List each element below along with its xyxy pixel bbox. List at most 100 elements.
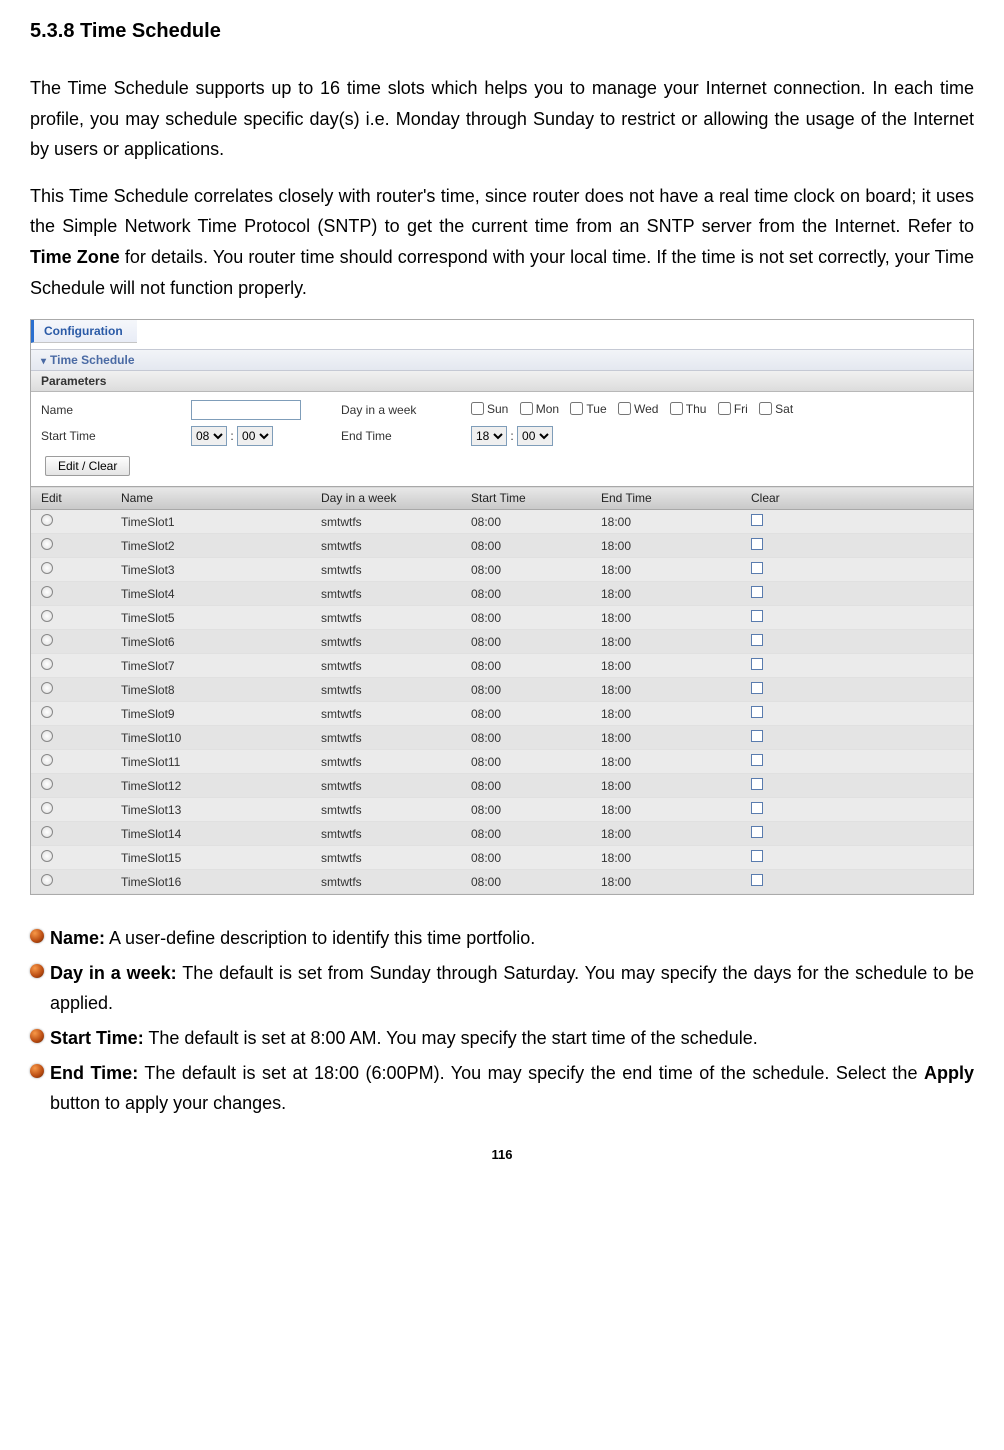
def-name: Name: A user-define description to ident…: [30, 923, 974, 954]
cell-day: smtwtfs: [311, 798, 461, 822]
clear-checkbox[interactable]: [751, 874, 763, 886]
col-edit: Edit: [31, 487, 111, 510]
chk-sat[interactable]: Sat: [759, 402, 793, 416]
parameters-bar: Parameters: [31, 371, 973, 392]
table-row: TimeSlot10smtwtfs08:0018:00: [31, 726, 973, 750]
def-day: Day in a week: The default is set from S…: [30, 958, 974, 1019]
cell-end: 18:00: [591, 558, 741, 582]
end-hour-select[interactable]: 18: [471, 426, 507, 446]
start-hour-select[interactable]: 08: [191, 426, 227, 446]
time-schedule-section-bar[interactable]: Time Schedule: [31, 349, 973, 371]
table-row: TimeSlot16smtwtfs08:0018:00: [31, 870, 973, 894]
chk-tue-box[interactable]: [570, 402, 583, 415]
configuration-tab[interactable]: Configuration: [31, 320, 137, 343]
clear-checkbox[interactable]: [751, 586, 763, 598]
def-end-text-c: button to apply your changes.: [50, 1093, 286, 1113]
chk-mon-box[interactable]: [520, 402, 533, 415]
table-row: TimeSlot11smtwtfs08:0018:00: [31, 750, 973, 774]
cell-name: TimeSlot5: [111, 606, 311, 630]
clear-checkbox[interactable]: [751, 682, 763, 694]
cell-start: 08:00: [461, 798, 591, 822]
clear-checkbox[interactable]: [751, 826, 763, 838]
parameters-form: Name Day in a week Sun Mon Tue Wed Thu F…: [31, 392, 973, 450]
edit-radio[interactable]: [41, 874, 53, 886]
cell-end: 18:00: [591, 726, 741, 750]
edit-radio[interactable]: [41, 610, 53, 622]
cell-name: TimeSlot10: [111, 726, 311, 750]
end-min-select[interactable]: 00: [517, 426, 553, 446]
cell-name: TimeSlot6: [111, 630, 311, 654]
chk-sun[interactable]: Sun: [471, 402, 508, 416]
clear-checkbox[interactable]: [751, 706, 763, 718]
bullet-icon: [30, 1064, 44, 1078]
cell-start: 08:00: [461, 510, 591, 534]
edit-radio[interactable]: [41, 658, 53, 670]
chk-sun-box[interactable]: [471, 402, 484, 415]
bullet-icon: [30, 1029, 44, 1043]
table-row: TimeSlot1smtwtfs08:0018:00: [31, 510, 973, 534]
clear-checkbox[interactable]: [751, 658, 763, 670]
clear-checkbox[interactable]: [751, 634, 763, 646]
cell-day: smtwtfs: [311, 750, 461, 774]
table-row: TimeSlot12smtwtfs08:0018:00: [31, 774, 973, 798]
cell-end: 18:00: [591, 582, 741, 606]
clear-checkbox[interactable]: [751, 730, 763, 742]
edit-radio[interactable]: [41, 730, 53, 742]
cell-end: 18:00: [591, 846, 741, 870]
cell-start: 08:00: [461, 654, 591, 678]
start-time-controls: 08 : 00: [191, 426, 341, 446]
edit-radio[interactable]: [41, 706, 53, 718]
cell-start: 08:00: [461, 534, 591, 558]
clear-checkbox[interactable]: [751, 778, 763, 790]
edit-radio[interactable]: [41, 682, 53, 694]
edit-radio[interactable]: [41, 562, 53, 574]
edit-radio[interactable]: [41, 514, 53, 526]
edit-radio[interactable]: [41, 850, 53, 862]
clear-checkbox[interactable]: [751, 514, 763, 526]
cell-name: TimeSlot3: [111, 558, 311, 582]
cell-day: smtwtfs: [311, 582, 461, 606]
cell-name: TimeSlot7: [111, 654, 311, 678]
chk-tue[interactable]: Tue: [570, 402, 606, 416]
edit-radio[interactable]: [41, 802, 53, 814]
chk-wed[interactable]: Wed: [618, 402, 658, 416]
chk-fri[interactable]: Fri: [718, 402, 748, 416]
cell-start: 08:00: [461, 750, 591, 774]
table-row: TimeSlot5smtwtfs08:0018:00: [31, 606, 973, 630]
edit-radio[interactable]: [41, 634, 53, 646]
chk-sat-box[interactable]: [759, 402, 772, 415]
chk-thu[interactable]: Thu: [670, 402, 707, 416]
start-min-select[interactable]: 00: [237, 426, 273, 446]
clear-checkbox[interactable]: [751, 802, 763, 814]
name-input[interactable]: [191, 400, 301, 420]
table-row: TimeSlot9smtwtfs08:0018:00: [31, 702, 973, 726]
edit-radio[interactable]: [41, 754, 53, 766]
paragraph-2: This Time Schedule correlates closely wi…: [30, 181, 974, 303]
cell-start: 08:00: [461, 822, 591, 846]
def-start-text: The default is set at 8:00 AM. You may s…: [144, 1028, 758, 1048]
clear-checkbox[interactable]: [751, 610, 763, 622]
cell-day: smtwtfs: [311, 846, 461, 870]
chk-thu-box[interactable]: [670, 402, 683, 415]
table-row: TimeSlot6smtwtfs08:0018:00: [31, 630, 973, 654]
clear-checkbox[interactable]: [751, 562, 763, 574]
chk-wed-box[interactable]: [618, 402, 631, 415]
col-day: Day in a week: [311, 487, 461, 510]
edit-radio[interactable]: [41, 586, 53, 598]
chk-mon[interactable]: Mon: [520, 402, 559, 416]
def-end-text-a: The default is set at 18:00 (6:00PM). Yo…: [138, 1063, 924, 1083]
edit-radio[interactable]: [41, 778, 53, 790]
clear-checkbox[interactable]: [751, 850, 763, 862]
edit-radio[interactable]: [41, 826, 53, 838]
chk-thu-label: Thu: [686, 402, 707, 416]
chk-fri-box[interactable]: [718, 402, 731, 415]
clear-checkbox[interactable]: [751, 754, 763, 766]
edit-clear-button[interactable]: Edit / Clear: [45, 456, 130, 476]
apply-ref: Apply: [924, 1063, 974, 1083]
table-row: TimeSlot13smtwtfs08:0018:00: [31, 798, 973, 822]
clear-checkbox[interactable]: [751, 538, 763, 550]
cell-end: 18:00: [591, 606, 741, 630]
edit-radio[interactable]: [41, 538, 53, 550]
def-end-label: End Time:: [50, 1063, 138, 1083]
paragraph-2c: for details. You router time should corr…: [30, 247, 974, 298]
